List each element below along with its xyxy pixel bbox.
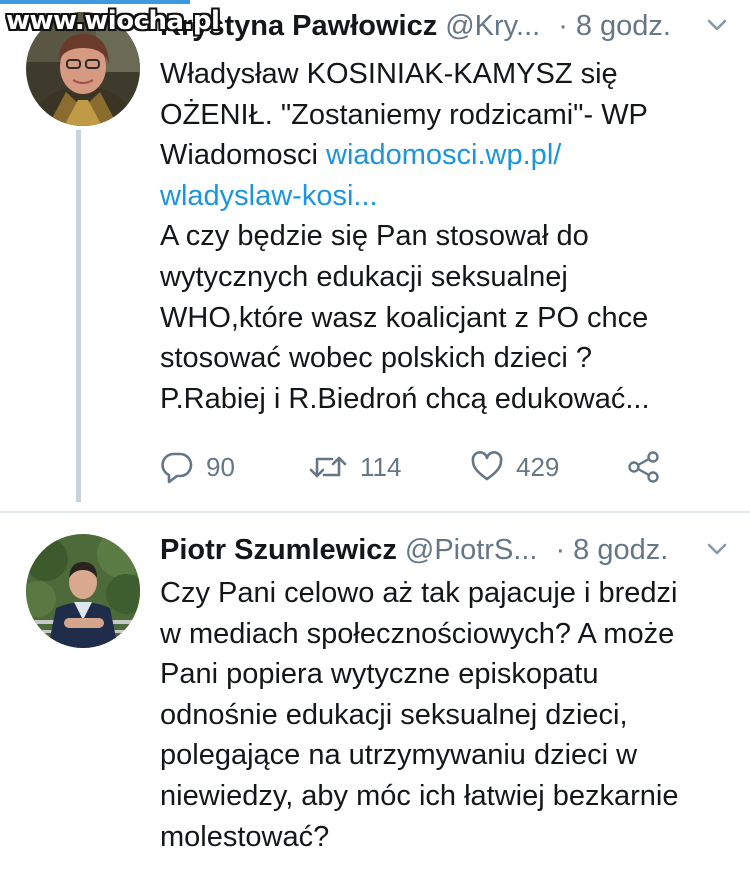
text-line: OŻENIŁ. "Zostaniemy rodzicami"- WP	[160, 98, 648, 131]
tweet-text: Czy Pani celowo aż tak pajacuje i bredzi…	[160, 573, 735, 857]
text-line: wytycznych edukacji seksualnej	[160, 260, 568, 293]
retweet-icon	[308, 450, 348, 484]
chevron-down-icon[interactable]	[704, 536, 730, 570]
text-line: Czy Pani celowo aż tak pajacuje i bredzi	[160, 577, 678, 609]
avatar[interactable]	[26, 534, 140, 648]
author-handle[interactable]: @Kry...	[445, 10, 540, 43]
article-link-continued[interactable]: wladyslaw-kosi...	[160, 176, 735, 217]
timestamp[interactable]: 8 godz.	[576, 10, 671, 43]
timestamp[interactable]: 8 godz.	[573, 534, 668, 567]
tweet-actions: 90 114 429	[160, 450, 680, 490]
text-line: w mediach społecznościowych? A może	[160, 617, 675, 650]
reply-icon	[160, 450, 194, 484]
top-accent-bar	[0, 0, 190, 4]
like-count: 429	[516, 451, 560, 482]
text-line: Pani popiera wytyczne episkopatu	[160, 658, 599, 691]
text-line: A czy będzie się Pan stosował do	[160, 220, 589, 253]
text-line: stosować wobec polskich dzieci ?	[160, 342, 592, 375]
like-icon	[470, 450, 504, 484]
text-line: molestować?	[160, 820, 330, 853]
retweet-button[interactable]: 114	[308, 450, 401, 484]
text-line: Wiadomosci wiadomosci.wp.pl/	[160, 135, 735, 176]
article-link[interactable]: wiadomosci.wp.pl/	[326, 139, 561, 171]
text-line: polegające na utrzymywaniu dzieci w	[160, 739, 638, 772]
share-icon	[626, 450, 662, 484]
tweet-header: Piotr Szumlewicz @PiotrS... · 8 godz.	[160, 530, 730, 570]
tweet-text: Władysław KOSINIAK-KAMYSZ się OŻENIŁ. "Z…	[160, 54, 735, 419]
tweet-header: Krystyna Pawłowicz @Kry... · 8 godz.	[160, 6, 730, 46]
tweet-divider	[0, 511, 750, 513]
thread-line	[76, 130, 81, 502]
author-name[interactable]: Piotr Szumlewicz	[160, 534, 397, 567]
text-line: odnośnie edukacji seksualnej dzieci,	[160, 698, 628, 731]
text-line: WHO,które wasz koalicjant z PO chce	[160, 301, 649, 334]
chevron-down-icon[interactable]	[704, 12, 730, 46]
separator-dot: ·	[555, 533, 566, 566]
text-line: Władysław KOSINIAK-KAMYSZ się	[160, 58, 618, 90]
share-button[interactable]	[626, 450, 662, 484]
text-segment: Wiadomosci	[160, 139, 326, 172]
author-handle[interactable]: @PiotrS...	[405, 534, 538, 567]
text-line: niewiedzy, aby móc ich łatwiej bezkarnie	[160, 779, 679, 812]
retweet-count: 114	[360, 451, 402, 482]
like-button[interactable]: 429	[470, 450, 559, 484]
text-line: P.Rabiej i R.Biedroń chcą edukować...	[160, 382, 650, 415]
reply-count: 90	[206, 451, 235, 482]
separator-dot: ·	[558, 9, 568, 42]
reply-button[interactable]: 90	[160, 450, 235, 484]
watermark: www.wiocha.pl	[6, 6, 220, 36]
